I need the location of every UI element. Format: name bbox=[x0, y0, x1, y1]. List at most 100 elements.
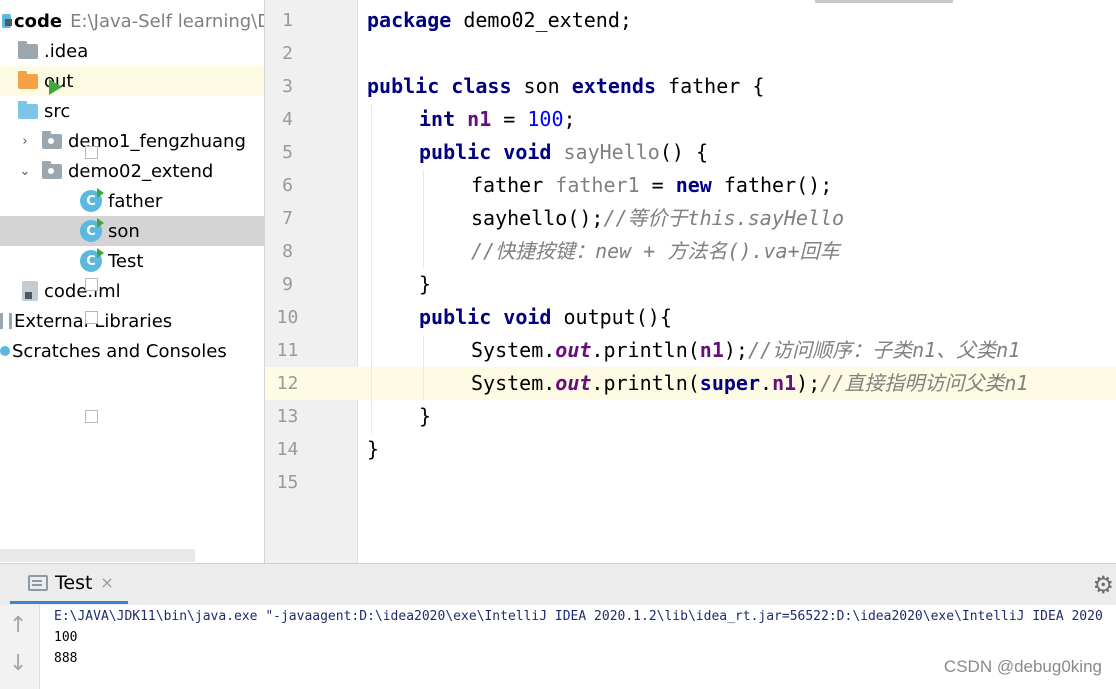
code-token: System. bbox=[471, 338, 556, 362]
line-number: 6 bbox=[282, 175, 293, 196]
library-icon bbox=[0, 313, 12, 329]
code-token: n1 bbox=[699, 338, 724, 362]
code-line: father father1 = new father(); bbox=[471, 169, 832, 202]
line-number: 14 bbox=[276, 439, 299, 460]
tree-item-idea[interactable]: .idea bbox=[0, 36, 264, 66]
tree-item-label: .idea bbox=[44, 40, 89, 62]
code-line: package demo02_extend; bbox=[367, 4, 632, 37]
fold-marker-icon[interactable] bbox=[85, 410, 98, 423]
code-token: sayhello(); bbox=[471, 206, 604, 230]
iml-file-icon bbox=[22, 281, 38, 301]
indent-guide bbox=[423, 170, 424, 268]
code-line: sayhello();//等价于this.sayHello bbox=[471, 202, 844, 235]
tree-item-demo02-extend[interactable]: ⌄ demo02_extend bbox=[0, 156, 264, 186]
fold-marker-icon[interactable] bbox=[85, 146, 98, 159]
code-token: = bbox=[639, 173, 676, 197]
code-token: .println( bbox=[591, 338, 700, 362]
line-number: 5 bbox=[282, 142, 293, 163]
code-token: } bbox=[419, 404, 432, 428]
code-token: //直接指明访问父类n1 bbox=[820, 371, 1029, 395]
code-line: //快捷按键：new + 方法名().va+回车 bbox=[471, 235, 840, 268]
gear-icon[interactable]: ⚙ bbox=[1092, 571, 1114, 599]
line-number: 11 bbox=[276, 340, 299, 361]
tree-item-son[interactable]: C son bbox=[0, 216, 264, 246]
line-number: 3 bbox=[282, 76, 293, 97]
code-token: } bbox=[419, 272, 432, 296]
console-line: E:\JAVA\JDK11\bin\java.exe "-javaagent:D… bbox=[54, 609, 1103, 624]
code-token: //访问顺序：子类n1、父类n1 bbox=[747, 338, 1021, 362]
run-tab-label: Test bbox=[55, 571, 93, 594]
class-icon: C bbox=[80, 248, 104, 272]
code-token: father(); bbox=[711, 173, 833, 197]
line-number: 9 bbox=[282, 274, 293, 295]
line-number: 8 bbox=[282, 241, 293, 262]
code-line: System.out.println(n1);//访问顺序：子类n1、父类n1 bbox=[471, 334, 1020, 367]
module-icon bbox=[2, 14, 12, 28]
tree-item-code-iml[interactable]: code.iml bbox=[0, 276, 264, 306]
project-tree: code E:\Java-Self learning\Da .idea out … bbox=[0, 0, 265, 563]
code-token: . bbox=[760, 371, 773, 395]
tree-item-test[interactable]: C Test bbox=[0, 246, 264, 276]
watermark: CSDN @debug0king bbox=[943, 657, 1102, 676]
code-token: super bbox=[699, 371, 761, 395]
code-token: () { bbox=[659, 140, 708, 164]
code-line: public void output(){ bbox=[419, 301, 672, 334]
line-number: 2 bbox=[282, 43, 293, 64]
code-token: sayHello bbox=[563, 140, 660, 164]
up-arrow-icon[interactable]: ↑ bbox=[9, 613, 27, 638]
tree-item-external-libraries[interactable]: External Libraries bbox=[0, 306, 264, 336]
code-token: out bbox=[555, 338, 592, 362]
code-token: father { bbox=[656, 74, 765, 98]
code-token: n1 bbox=[772, 371, 797, 395]
indent-guide bbox=[371, 104, 372, 434]
code-token: //等价于this.sayHello bbox=[603, 206, 845, 230]
run-tab-test[interactable]: Test × bbox=[10, 564, 128, 604]
down-arrow-icon[interactable]: ↓ bbox=[9, 651, 27, 676]
tree-item-scratches[interactable]: Scratches and Consoles bbox=[0, 336, 264, 366]
code-token: n1 bbox=[467, 107, 492, 131]
tree-item-src[interactable]: src bbox=[0, 96, 264, 126]
indent-guide bbox=[423, 335, 424, 400]
expand-arrow-icon[interactable]: › bbox=[18, 134, 32, 149]
run-class-icon[interactable] bbox=[49, 79, 62, 95]
code-token: int bbox=[419, 107, 456, 131]
collapse-arrow-icon[interactable]: ⌄ bbox=[18, 164, 32, 179]
package-icon bbox=[42, 160, 62, 179]
run-side-toolbar: ↑ ↓ bbox=[0, 605, 40, 689]
tree-item-out[interactable]: out bbox=[0, 66, 264, 96]
tree-item-label: father bbox=[108, 190, 163, 212]
line-number: 7 bbox=[282, 208, 293, 229]
folder-icon bbox=[18, 40, 38, 59]
code-line: System.out.println(super.n1);//直接指明访问父类n… bbox=[471, 367, 1028, 400]
code-token: package bbox=[367, 8, 452, 32]
source-folder-icon bbox=[18, 100, 38, 119]
code-token: public void bbox=[419, 140, 552, 164]
horizontal-scrollbar[interactable] bbox=[0, 549, 195, 562]
console-icon bbox=[28, 574, 48, 591]
tree-root-code[interactable]: code E:\Java-Self learning\Da bbox=[0, 6, 264, 36]
code-token: ; bbox=[563, 107, 576, 131]
code-token: = bbox=[491, 107, 528, 131]
run-toolwindow-header: Test × ⚙ bbox=[0, 563, 1116, 605]
excluded-folder-icon bbox=[18, 70, 38, 89]
class-icon: C bbox=[80, 188, 104, 212]
class-icon: C bbox=[80, 218, 104, 242]
line-number: 15 bbox=[276, 472, 299, 493]
tree-item-label: Scratches and Consoles bbox=[12, 340, 227, 362]
fold-marker-icon[interactable] bbox=[85, 311, 98, 324]
close-icon[interactable]: × bbox=[100, 573, 113, 592]
code-token: father bbox=[471, 173, 556, 197]
code-token: output(){ bbox=[551, 305, 672, 329]
tree-item-label: src bbox=[44, 100, 71, 122]
fold-marker-icon[interactable] bbox=[85, 278, 98, 291]
code-token: //快捷按键：new + 方法名().va+回车 bbox=[471, 239, 840, 263]
root-name: code bbox=[14, 10, 63, 32]
code-token: demo02_extend; bbox=[451, 8, 632, 32]
code-token: System. bbox=[471, 371, 556, 395]
code-token: .println( bbox=[591, 371, 700, 395]
tree-item-demo1-fengzhuang[interactable]: › demo1_fengzhuang bbox=[0, 126, 264, 156]
tree-item-father[interactable]: C father bbox=[0, 186, 264, 216]
code-token: ); bbox=[796, 371, 821, 395]
console-line: 888 bbox=[54, 651, 78, 666]
